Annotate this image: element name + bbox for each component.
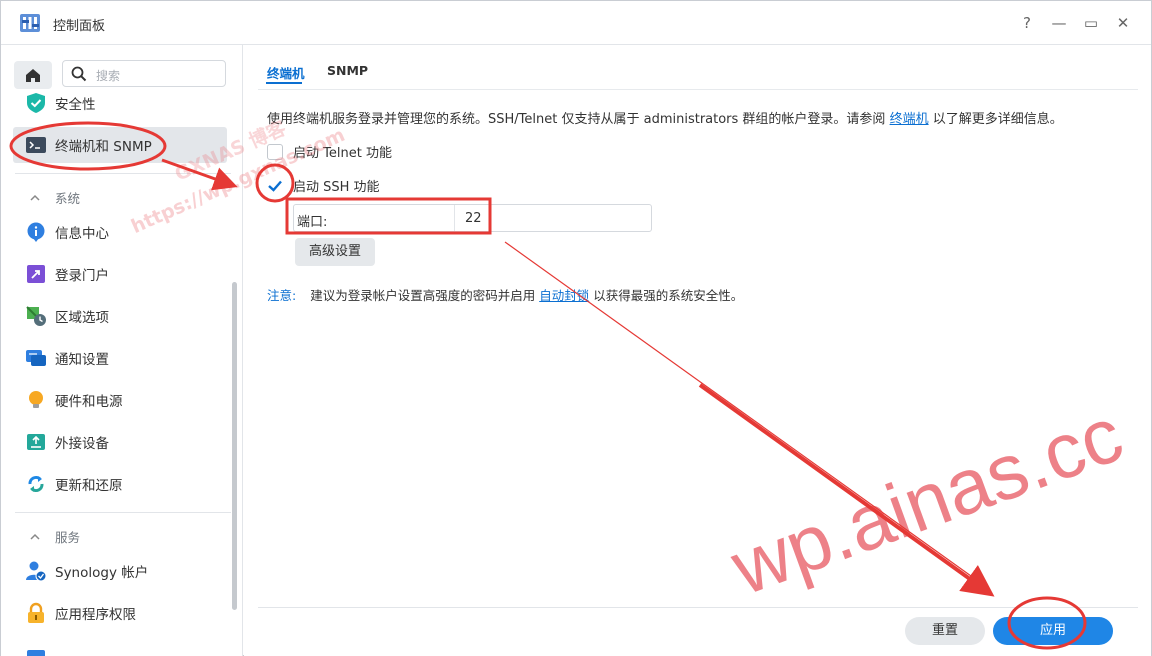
lock-icon xyxy=(28,602,44,623)
telnet-label: 启动 Telnet 功能 xyxy=(293,146,392,161)
indexing-icon xyxy=(27,650,45,656)
control-panel-window: 控制面板 ? — ▭ ✕ 搜索 安全性 终端机和 SNMP 系统 信息中心 登录… xyxy=(0,0,1152,656)
port-separator xyxy=(454,205,455,231)
main-content: 终端机 SNMP 使用终端机服务登录并管理您的系统。SSH/Telnet 仅支持… xyxy=(244,45,1151,656)
telnet-option: 启动 Telnet 功能 xyxy=(267,142,392,161)
sidebar-item-hardware-power[interactable]: 硬件和电源 xyxy=(13,382,227,418)
section-label: 系统 xyxy=(55,191,81,206)
note-prefix: 建议为登录帐户设置高强度的密码并启用 xyxy=(310,288,536,303)
advanced-settings-button[interactable]: 高级设置 xyxy=(295,238,375,266)
sidebar-item-label: 登录门户 xyxy=(55,268,109,284)
sidebar-item-info-center[interactable]: 信息中心 xyxy=(13,214,227,250)
chevron-up-icon xyxy=(30,533,40,540)
ssh-option: 启动 SSH 功能 xyxy=(267,176,380,195)
search-input[interactable]: 搜索 xyxy=(62,60,226,87)
update-restore-icon xyxy=(28,476,44,492)
note-label: 注意: xyxy=(267,288,297,303)
control-panel-app-icon xyxy=(20,14,40,32)
telnet-checkbox[interactable] xyxy=(267,143,283,160)
sidebar-item-security[interactable]: 安全性 xyxy=(13,85,227,121)
sidebar-item-external-devices[interactable]: 外接设备 xyxy=(13,424,227,460)
title-bar: 控制面板 ? — ▭ ✕ xyxy=(1,1,1151,45)
footer-divider xyxy=(258,607,1138,608)
tab-terminal[interactable]: 终端机 xyxy=(267,63,305,82)
port-input[interactable]: 22 xyxy=(465,211,482,226)
reset-button[interactable]: 重置 xyxy=(905,617,985,645)
sidebar-item-label: 通知设置 xyxy=(55,352,109,368)
search-placeholder: 搜索 xyxy=(96,69,121,83)
info-icon xyxy=(27,222,45,242)
region-options-icon xyxy=(26,306,46,326)
active-tab-indicator xyxy=(266,82,302,84)
security-note: 注意: 建议为登录帐户设置高强度的密码并启用 自动封锁 以获得最强的系统安全性。 xyxy=(267,285,743,304)
sidebar-item-label: 更新和还原 xyxy=(55,478,123,494)
section-header-system[interactable]: 系统 xyxy=(29,188,80,207)
sidebar: 搜索 安全性 终端机和 SNMP 系统 信息中心 登录门户 区域选项 通知设置 … xyxy=(1,45,243,656)
apply-button[interactable]: 应用 xyxy=(993,617,1113,645)
sidebar-scrollbar[interactable] xyxy=(232,282,237,610)
sidebar-item-synology-account[interactable]: Synology 帐户 xyxy=(13,553,227,589)
sidebar-item-label: 区域选项 xyxy=(55,310,109,326)
section-header-services[interactable]: 服务 xyxy=(29,527,80,546)
tab-bar: 终端机 SNMP xyxy=(244,45,1151,89)
sidebar-item-label: 安全性 xyxy=(55,97,96,113)
minimize-icon[interactable]: — xyxy=(1047,11,1071,35)
sidebar-item-terminal-snmp[interactable]: 终端机和 SNMP xyxy=(13,127,227,163)
sidebar-item-update-restore[interactable]: 更新和还原 xyxy=(13,466,227,502)
auto-block-link[interactable]: 自动封锁 xyxy=(539,288,589,303)
sidebar-divider xyxy=(15,512,231,513)
external-device-icon xyxy=(27,434,45,450)
sidebar-item-label: 终端机和 SNMP xyxy=(55,139,152,155)
note-suffix: 以获得最强的系统安全性。 xyxy=(593,288,744,303)
terminal-icon xyxy=(26,137,46,153)
ssh-label: 启动 SSH 功能 xyxy=(293,180,380,195)
sidebar-item-login-portal[interactable]: 登录门户 xyxy=(13,256,227,292)
sidebar-item-label: Synology 帐户 xyxy=(55,565,149,581)
sidebar-divider xyxy=(15,173,231,174)
chevron-up-icon xyxy=(30,194,40,201)
description-text: 使用终端机服务登录并管理您的系统。SSH/Telnet 仅支持从属于 admin… xyxy=(267,108,1063,127)
sidebar-item-label: 外接设备 xyxy=(55,436,109,452)
sidebar-item-notification[interactable]: 通知设置 xyxy=(13,340,227,376)
notification-icon xyxy=(26,350,46,366)
sidebar-item-label: 硬件和电源 xyxy=(55,394,123,410)
sidebar-item-partial[interactable] xyxy=(13,637,227,656)
login-portal-icon xyxy=(27,265,45,283)
sidebar-item-region-options[interactable]: 区域选项 xyxy=(13,298,227,334)
bulb-icon xyxy=(29,391,43,408)
port-field: 端口: 22 xyxy=(293,204,652,232)
close-icon[interactable]: ✕ xyxy=(1111,11,1135,35)
synology-account-icon xyxy=(26,561,47,582)
tab-snmp[interactable]: SNMP xyxy=(327,63,368,78)
checkmark-icon xyxy=(268,180,282,192)
ssh-checkbox[interactable] xyxy=(267,178,283,194)
shield-check-icon xyxy=(27,93,45,113)
sidebar-item-label: 应用程序权限 xyxy=(55,607,136,623)
maximize-icon[interactable]: ▭ xyxy=(1079,11,1103,35)
section-label: 服务 xyxy=(55,530,81,545)
description-suffix: 以了解更多详细信息。 xyxy=(932,112,1063,127)
description-prefix: 使用终端机服务登录并管理您的系统。SSH/Telnet 仅支持从属于 admin… xyxy=(267,112,886,127)
window-title: 控制面板 xyxy=(53,19,106,34)
port-label: 端口: xyxy=(297,215,328,230)
tabs-divider xyxy=(258,89,1138,90)
search-icon xyxy=(71,66,87,82)
help-icon[interactable]: ? xyxy=(1015,11,1039,35)
terminal-help-link[interactable]: 终端机 xyxy=(890,112,929,127)
sidebar-item-app-permissions[interactable]: 应用程序权限 xyxy=(13,595,227,631)
sidebar-item-label: 信息中心 xyxy=(55,226,109,242)
